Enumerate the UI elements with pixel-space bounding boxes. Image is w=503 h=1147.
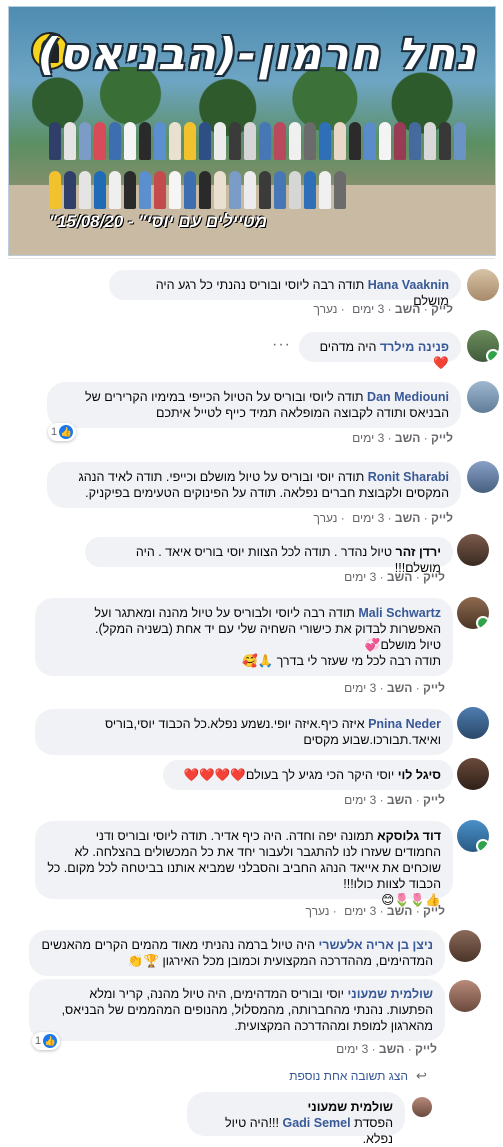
- comment-author[interactable]: דוד גלוסקא: [377, 829, 441, 843]
- comment-text-line2: טיול מושלם💞: [364, 638, 441, 652]
- comment-actions: לייק · השב · 3 ימים · נערך: [305, 904, 445, 918]
- thumbs-up-icon: 👍: [59, 425, 74, 439]
- avatar[interactable]: [467, 269, 499, 301]
- like-link[interactable]: לייק: [415, 1042, 437, 1056]
- comment-bubble: פנינה מילרד היה מדהים ❤️: [299, 332, 461, 370]
- more-options-icon[interactable]: ···: [272, 336, 291, 354]
- comment-bubble: Pnina Neder איזה כיף.איזה יופי.נשמע נפלא…: [35, 709, 453, 755]
- comment-bubble: Mali Schwartz תודה רבה ליוסי ולבוריס על …: [35, 598, 453, 676]
- reply-link[interactable]: השב: [379, 1042, 404, 1056]
- comment-actions: לייק · השב · 3 ימים: [336, 1042, 437, 1056]
- comment-author[interactable]: סיגל לוי: [398, 768, 441, 782]
- like-link[interactable]: לייק: [423, 570, 445, 584]
- avatar[interactable]: [467, 330, 499, 362]
- edited-label: נערך: [305, 904, 330, 918]
- comment-bubble: דוד גלוסקא תמונה יפה וחדה. היה כיף אדיר.…: [35, 821, 453, 907]
- reply-link[interactable]: השב: [387, 793, 412, 807]
- comment-author[interactable]: Dan Mediouni: [367, 390, 449, 404]
- comment-actions: לייק · השב · 3 ימים: [352, 431, 453, 445]
- avatar[interactable]: [457, 597, 489, 629]
- avatar[interactable]: [412, 1097, 432, 1117]
- comment-text: יוסי היקר הכי מגיע לך בעולם❤️❤️❤️❤️: [183, 768, 395, 782]
- comment-bubble: ניצן בן אריה אלעשרי היה טיול ברמה נהניתי…: [29, 930, 445, 976]
- comment-time[interactable]: 3 ימים: [336, 1042, 368, 1056]
- comment-bubble: סיגל לוי יוסי היקר הכי מגיע לך בעולם❤️❤️…: [163, 760, 453, 790]
- avatar[interactable]: [457, 707, 489, 739]
- comment-author[interactable]: פנינה מילרד: [380, 340, 449, 354]
- comment-actions: לייק · השב · 3 ימים: [344, 681, 445, 695]
- reply-link[interactable]: השב: [395, 302, 420, 316]
- like-link[interactable]: לייק: [423, 904, 445, 918]
- reply-author[interactable]: שולמית שמעוני: [308, 1100, 393, 1114]
- avatar[interactable]: [449, 980, 481, 1012]
- comment-author[interactable]: ניצן בן אריה אלעשרי: [318, 938, 433, 952]
- reply-link[interactable]: השב: [395, 431, 420, 445]
- comment-time[interactable]: 3 ימים: [352, 302, 384, 316]
- comment-author[interactable]: Mali Schwartz: [358, 606, 441, 620]
- comment-text-line3: תודה רבה לכל מי שעזר לי בדרך 🙏🥰: [241, 654, 441, 668]
- photo-group: [49, 122, 479, 217]
- like-link[interactable]: לייק: [431, 511, 453, 525]
- comment-actions: לייק · השב · 3 ימים: [344, 570, 445, 584]
- comment-author[interactable]: Pnina Neder: [368, 717, 441, 731]
- comment-time[interactable]: 3 ימים: [352, 511, 384, 525]
- comment-author[interactable]: Ronit Sharabi: [368, 470, 449, 484]
- reply-arrow-icon: ↩: [416, 1068, 427, 1083]
- comment-time[interactable]: 3 ימים: [352, 431, 384, 445]
- comment-actions: לייק · השב · 3 ימים · נערך: [313, 302, 453, 316]
- avatar[interactable]: [457, 820, 489, 852]
- reply-link[interactable]: השב: [387, 681, 412, 695]
- divider: [8, 258, 495, 259]
- comment-bubble: שולמית שמעוני יוסי ובוריס המדהימים, היה …: [29, 979, 445, 1041]
- reply-link[interactable]: השב: [395, 511, 420, 525]
- cover-photo[interactable]: נחל חרמון-(הבניאס) "מטיילים עם יוסי" - 1…: [8, 6, 496, 256]
- comment-time[interactable]: 3 ימים: [344, 570, 376, 584]
- comment-author[interactable]: Hana Vaaknin: [368, 278, 449, 292]
- reaction-number: 1: [35, 1035, 42, 1047]
- online-indicator: [486, 349, 499, 362]
- thumbs-up-icon: 👍: [43, 1034, 58, 1048]
- edited-label: נערך: [313, 302, 338, 316]
- avatar[interactable]: [467, 381, 499, 413]
- reaction-number: 1: [51, 426, 58, 438]
- comment-bubble: Ronit Sharabi תודה יוסי ובוריס על טיול מ…: [47, 462, 461, 508]
- view-more-replies[interactable]: הצג תשובה אחת נוספת: [289, 1069, 408, 1083]
- like-link[interactable]: לייק: [423, 793, 445, 807]
- comment-author[interactable]: שולמית שמעוני: [348, 987, 433, 1001]
- comment-time[interactable]: 3 ימים: [344, 681, 376, 695]
- avatar[interactable]: [449, 930, 481, 962]
- edited-label: נערך: [313, 511, 338, 525]
- reply-bubble: שולמית שמעוני הפסדת Gadi Semel !!!היה טי…: [187, 1092, 405, 1146]
- online-indicator: [476, 839, 489, 852]
- like-link[interactable]: לייק: [423, 681, 445, 695]
- comment-bubble: Dan Mediouni תודה ליוסי ובוריס על הטיול …: [47, 382, 461, 428]
- reply-link[interactable]: השב: [387, 904, 412, 918]
- avatar[interactable]: [457, 534, 489, 566]
- banner-title: נחל חרמון-(הבניאס): [37, 29, 477, 80]
- comment-time[interactable]: 3 ימים: [344, 793, 376, 807]
- like-link[interactable]: לייק: [431, 302, 453, 316]
- comment-actions: לייק · השב · 3 ימים · נערך: [313, 511, 453, 525]
- like-link[interactable]: לייק: [431, 431, 453, 445]
- reply-text: הפסדת: [354, 1116, 393, 1130]
- comment-actions: לייק · השב · 3 ימים: [344, 793, 445, 807]
- comment-bubble: Hana Vaaknin תודה רבה ליוסי ובוריס נהנתי…: [109, 270, 461, 308]
- banner-subtitle: "מטיילים עם יוסי" - 15/08/20: [49, 212, 267, 231]
- avatar[interactable]: [457, 758, 489, 790]
- reaction-count[interactable]: 1 👍: [32, 1032, 61, 1050]
- avatar[interactable]: [467, 461, 499, 493]
- online-indicator: [476, 616, 489, 629]
- comment-bubble: ירדן זהר טיול נהדר . תודה לכל הצוות יוסי…: [85, 537, 453, 575]
- reaction-count[interactable]: 1 👍: [48, 423, 77, 441]
- reply-link[interactable]: השב: [387, 570, 412, 584]
- comment-author[interactable]: ירדן זהר: [396, 545, 441, 559]
- comment-time[interactable]: 3 ימים: [344, 904, 376, 918]
- tagged-user[interactable]: Gadi Semel: [282, 1116, 350, 1130]
